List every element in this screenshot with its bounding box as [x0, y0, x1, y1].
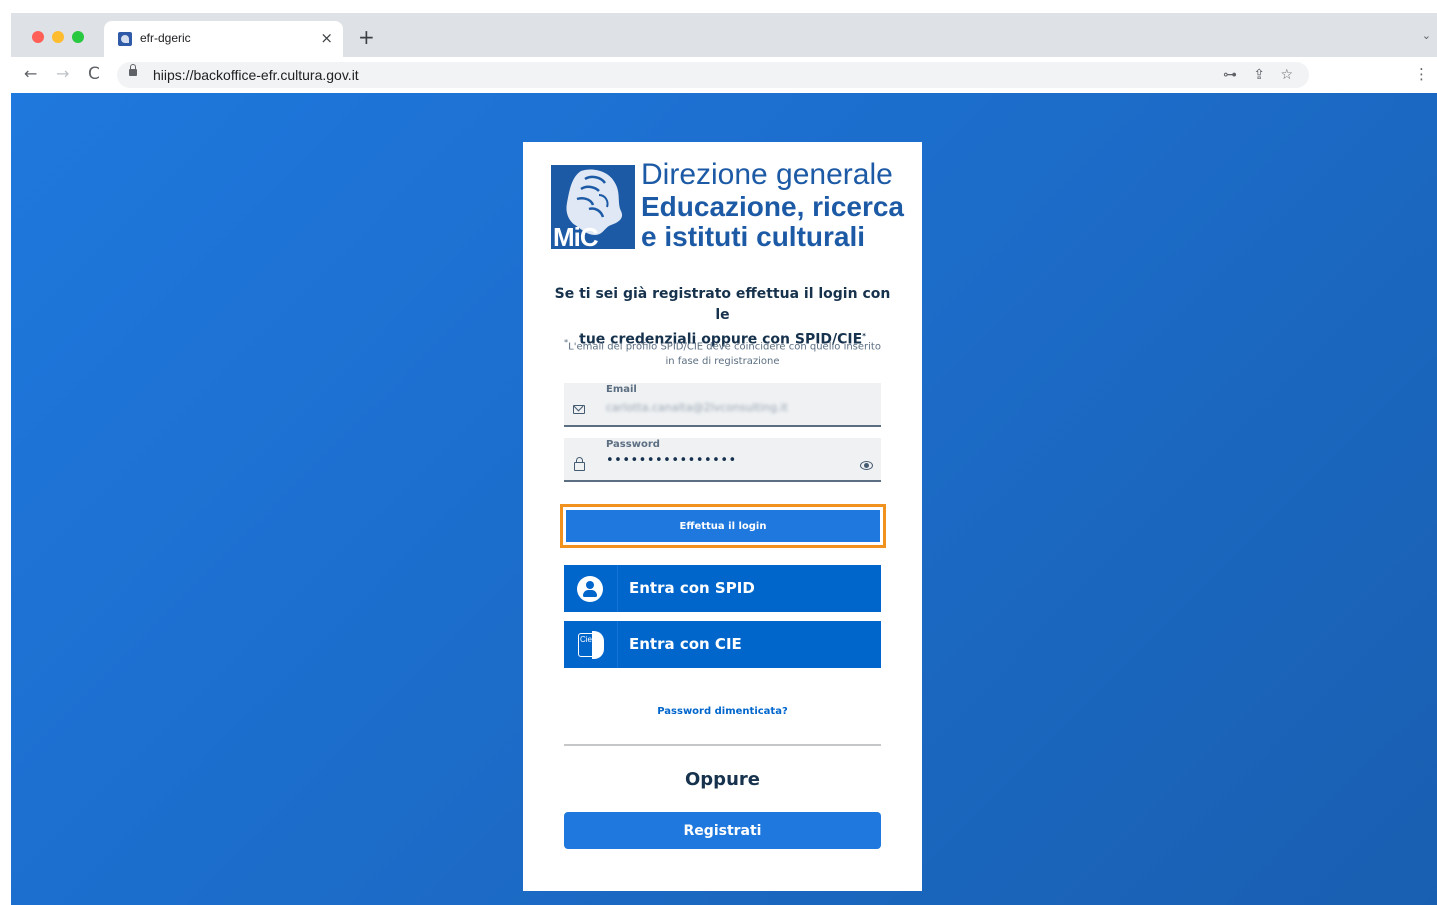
url-text[interactable]: hiips://backoffice-efr.cultura.gov.it — [153, 67, 359, 83]
email-field[interactable]: Email carlotta.canalta@2lvconsulting.it — [564, 383, 881, 427]
mic-logo-text: MiC — [553, 222, 599, 249]
note-line2: in fase di registrazione — [665, 356, 780, 368]
forward-button[interactable]: → — [56, 65, 69, 83]
spid-user-icon — [577, 576, 603, 602]
minimize-window-button[interactable] — [52, 31, 64, 43]
login-heading-line1: Se ti sei già registrato effettua il log… — [554, 286, 891, 323]
button-separator — [617, 621, 618, 668]
browser-menu-icon[interactable]: ⋮ — [1414, 65, 1429, 83]
password-label: Password — [606, 439, 660, 450]
show-password-eye-icon[interactable] — [860, 461, 873, 470]
page-viewport: MiC Direzione generale Educazione, ricer… — [11, 93, 1437, 905]
browser-toolbar: ← → C hiips://backoffice-efr.cultura.gov… — [11, 57, 1437, 93]
tab-search-icon[interactable]: ⌄ — [1422, 29, 1431, 42]
password-field[interactable]: Password •••••••••••••••• — [564, 438, 881, 482]
register-button[interactable]: Registrati — [564, 812, 881, 849]
address-bar[interactable]: hiips://backoffice-efr.cultura.gov.it ⊶ … — [117, 62, 1309, 88]
login-button-highlight: Effettua il login — [560, 504, 886, 548]
spid-button-label: Entra con SPID — [629, 579, 755, 597]
button-separator — [617, 565, 618, 612]
new-tab-button[interactable]: + — [358, 27, 375, 47]
divider — [564, 744, 881, 746]
cie-button-label: Entra con CIE — [629, 635, 742, 653]
note-line1: L'email del profilo SPID/CIE deve coinci… — [568, 341, 881, 353]
forgot-password-link[interactable]: Password dimenticata? — [564, 706, 881, 717]
logo-title-line2: Educazione, ricerca — [641, 191, 905, 222]
email-value[interactable]: carlotta.canalta@2lvconsulting.it — [606, 401, 788, 414]
tab-bar: efr-dgeric × + ⌄ — [11, 13, 1437, 57]
secure-lock-icon[interactable] — [129, 64, 137, 76]
bookmark-star-icon[interactable]: ☆ — [1280, 66, 1293, 84]
lock-icon — [574, 457, 585, 471]
tab-title: efr-dgeric — [140, 31, 191, 45]
cie-icon-text: Cie ID — [580, 635, 603, 644]
browser-window: efr-dgeric × + ⌄ ← → C hiips://backoffic… — [11, 13, 1437, 905]
maximize-window-button[interactable] — [72, 31, 84, 43]
email-label: Email — [606, 384, 637, 395]
tab-close-icon[interactable]: × — [320, 29, 333, 47]
cie-login-button[interactable]: Cie ID Entra con CIE — [564, 621, 881, 668]
spid-email-note: *L'email del profilo SPID/CIE deve coinc… — [553, 335, 892, 369]
browser-tab[interactable]: efr-dgeric × — [104, 21, 343, 57]
close-window-button[interactable] — [32, 31, 44, 43]
mic-logo-emblem: MiC — [551, 165, 635, 249]
login-button[interactable]: Effettua il login — [566, 510, 880, 542]
password-key-icon[interactable]: ⊶ — [1223, 66, 1237, 84]
spid-login-button[interactable]: Entra con SPID — [564, 565, 881, 612]
or-label: Oppure — [685, 769, 760, 790]
password-value[interactable]: •••••••••••••••• — [606, 453, 737, 468]
reload-button[interactable]: C — [88, 65, 100, 83]
logo-title-line1: Direzione generale — [641, 158, 893, 191]
cie-id-icon: Cie ID — [578, 631, 604, 659]
login-card: MiC Direzione generale Educazione, ricer… — [523, 142, 922, 891]
site-favicon-icon — [118, 32, 132, 46]
mail-icon — [573, 405, 585, 414]
back-button[interactable]: ← — [24, 65, 37, 83]
share-icon[interactable]: ⇪ — [1253, 66, 1265, 84]
logo-title-line3: e istituti culturali — [641, 221, 866, 252]
